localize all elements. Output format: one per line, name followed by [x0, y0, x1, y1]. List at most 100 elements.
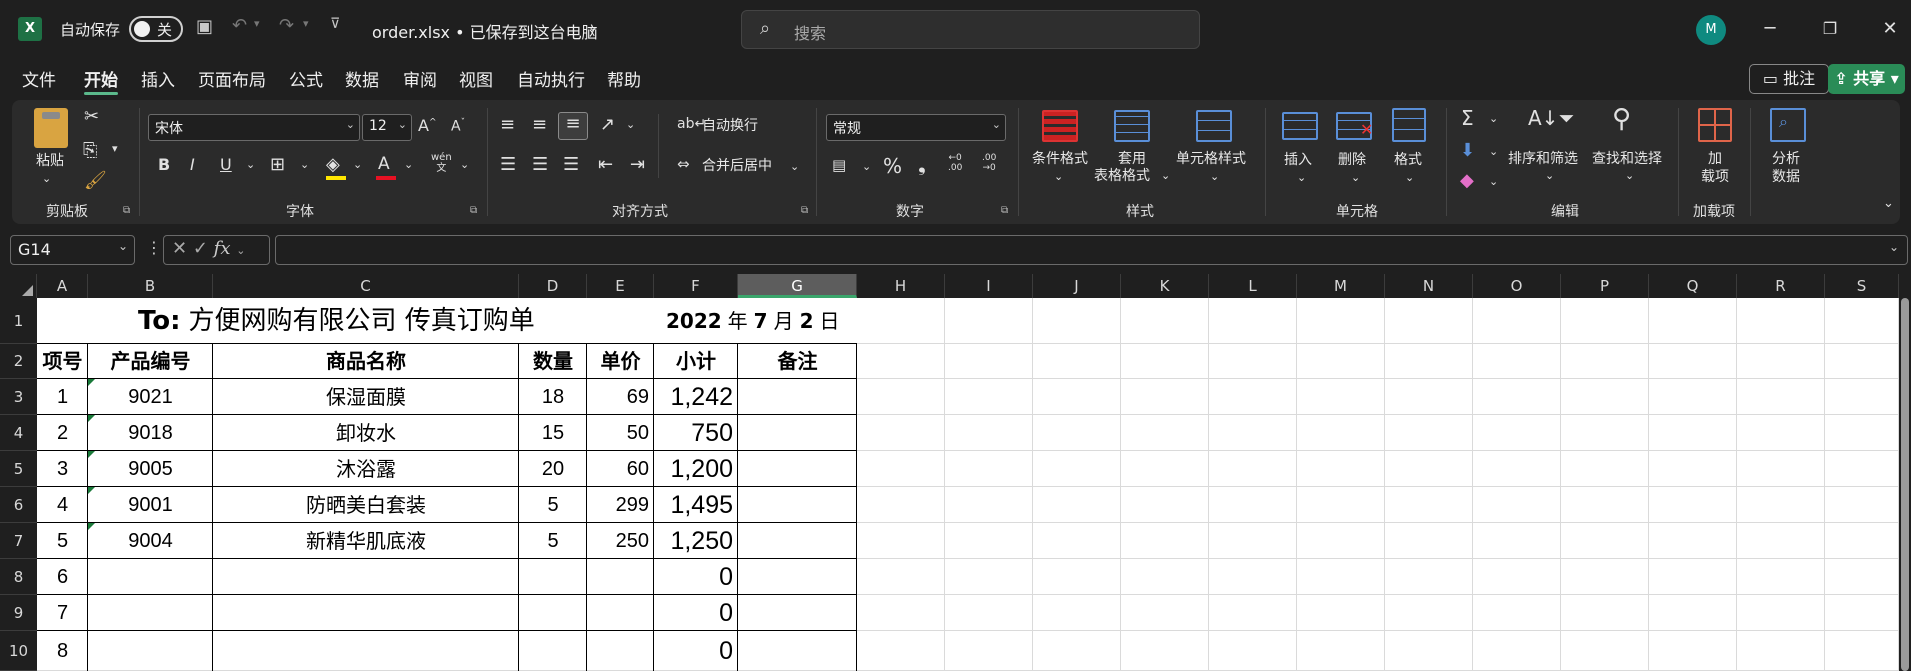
expand-formula-icon[interactable]: ⌄ [1889, 240, 1899, 254]
column-header-h[interactable]: H [857, 274, 945, 298]
name-box[interactable]: G14 ⌄ [10, 235, 135, 265]
cell-product-name[interactable]: 防晒美白套装 [213, 487, 519, 523]
find-select-button[interactable]: 查找和选择 [1592, 150, 1662, 168]
add-ins-icon[interactable] [1698, 108, 1732, 142]
cell-item-no[interactable]: 2 [37, 415, 88, 451]
column-header-q[interactable]: Q [1649, 274, 1737, 298]
column-header-b[interactable]: B [88, 274, 213, 298]
clear-icon[interactable]: ◆ [1460, 170, 1474, 191]
cell-item-no[interactable]: 8 [37, 631, 88, 671]
number-launcher-icon[interactable]: ⧉ [1001, 205, 1008, 216]
add-ins-line2[interactable]: 载项 [1701, 168, 1729, 186]
find-select-icon[interactable]: ⚲ [1612, 104, 1631, 134]
analyze-data-line1[interactable]: 分析 [1772, 150, 1800, 168]
column-header-i[interactable]: I [945, 274, 1033, 298]
align-bottom-icon[interactable]: ≡ [558, 112, 588, 140]
cell-styles-button[interactable]: 单元格样式 [1176, 150, 1246, 168]
align-center-icon[interactable]: ☰ [532, 154, 548, 175]
row-header-1[interactable]: 1 [0, 298, 37, 344]
align-right-icon[interactable]: ☰ [563, 154, 579, 175]
tab-data[interactable]: 数据 [345, 66, 379, 91]
restore-icon[interactable]: ❐ [1815, 14, 1845, 44]
sort-filter-icon[interactable]: A↓⏷ [1528, 106, 1574, 130]
column-header-o[interactable]: O [1473, 274, 1561, 298]
cell-subtotal[interactable]: 750 [654, 415, 738, 451]
header-quantity[interactable]: 数量 [519, 344, 587, 379]
cell-quantity[interactable]: 5 [519, 487, 587, 523]
cell-item-no[interactable]: 7 [37, 595, 88, 631]
increase-font-icon[interactable]: A^ [418, 116, 437, 135]
fill-dropdown-icon[interactable]: ⌄ [1489, 145, 1498, 158]
tab-insert[interactable]: 插入 [141, 66, 175, 91]
column-header-p[interactable]: P [1561, 274, 1649, 298]
format-as-table-icon[interactable] [1114, 110, 1150, 142]
format-cells-button[interactable]: 格式 [1394, 151, 1422, 169]
phonetic-icon[interactable]: wén 文 [431, 152, 452, 174]
cell-subtotal[interactable]: 1,242 [654, 379, 738, 415]
cell-product-name[interactable]: 沐浴露 [213, 451, 519, 487]
decrease-indent-icon[interactable]: ⇤ [598, 154, 613, 175]
vertical-scrollbar-thumb[interactable] [1901, 298, 1909, 671]
column-header-r[interactable]: R [1737, 274, 1825, 298]
cell-unit-price[interactable]: 299 [587, 487, 654, 523]
confirm-entry-icon[interactable]: ✓ [193, 238, 208, 259]
underline-dropdown-icon[interactable]: ⌄ [246, 158, 255, 171]
analyze-data-line2[interactable]: 数据 [1772, 168, 1800, 186]
cell-product-code[interactable]: 9005 [88, 451, 213, 487]
cell-subtotal[interactable]: 0 [654, 631, 738, 671]
tab-home[interactable]: 开始 [84, 66, 118, 91]
cut-icon[interactable]: ✂ [84, 106, 99, 127]
font-color-icon[interactable]: A [378, 154, 390, 174]
number-format-select[interactable]: 常规 ⌄ [826, 114, 1006, 141]
merge-dropdown-icon[interactable]: ⌄ [790, 160, 799, 173]
row-header-10[interactable]: 10 [0, 631, 37, 671]
cell-remarks[interactable] [738, 523, 857, 559]
comma-style-button[interactable]: ❟ [918, 152, 926, 176]
cell-product-name[interactable] [213, 559, 519, 595]
cell-unit-price[interactable]: 69 [587, 379, 654, 415]
format-dropdown-icon[interactable]: ⌄ [1405, 169, 1414, 187]
redo-dropdown-icon[interactable]: ▾ [303, 17, 309, 30]
borders-icon[interactable]: ⊞ [270, 154, 285, 175]
font-name-select[interactable]: 宋体 ⌄ [148, 114, 360, 141]
column-header-n[interactable]: N [1385, 274, 1473, 298]
column-header-m[interactable]: M [1297, 274, 1385, 298]
sort-filter-button[interactable]: 排序和筛选 [1508, 150, 1578, 168]
column-header-c[interactable]: C [213, 274, 519, 298]
select-all-button[interactable] [0, 274, 37, 298]
align-top-icon[interactable]: ≡ [500, 114, 515, 135]
tab-review[interactable]: 审阅 [403, 66, 437, 91]
cell-unit-price[interactable] [587, 559, 654, 595]
format-as-table-line1[interactable]: 套用 [1112, 150, 1152, 168]
cell-item-no[interactable]: 3 [37, 451, 88, 487]
cell-quantity[interactable]: 18 [519, 379, 587, 415]
ribbon-collapse-icon[interactable]: ⌄ [1883, 196, 1894, 211]
save-icon[interactable]: ▣ [196, 16, 213, 37]
clipboard-launcher-icon[interactable]: ⧉ [123, 205, 130, 216]
cell-unit-price[interactable]: 60 [587, 451, 654, 487]
cell-remarks[interactable] [738, 595, 857, 631]
insert-dropdown-icon[interactable]: ⌄ [1297, 169, 1306, 187]
avatar[interactable]: M [1696, 15, 1726, 45]
formula-input[interactable]: ⌄ [275, 235, 1908, 265]
cell-quantity[interactable]: 20 [519, 451, 587, 487]
cell-subtotal[interactable]: 1,200 [654, 451, 738, 487]
format-painter-icon[interactable]: 🖌 [84, 170, 107, 191]
cell-unit-price[interactable]: 50 [587, 415, 654, 451]
tab-file[interactable]: 文件 [22, 66, 56, 91]
row-header-3[interactable]: 3 [0, 379, 37, 415]
fx-dropdown-icon[interactable]: ⌄ [236, 244, 245, 257]
cell-remarks[interactable] [738, 451, 857, 487]
orientation-icon[interactable]: ↗ [600, 114, 615, 135]
delete-dropdown-icon[interactable]: ⌄ [1351, 169, 1360, 187]
insert-cells-button[interactable]: 插入 [1284, 151, 1312, 169]
cell-item-no[interactable]: 6 [37, 559, 88, 595]
alignment-launcher-icon[interactable]: ⧉ [801, 205, 808, 216]
column-header-l[interactable]: L [1209, 274, 1297, 298]
fill-color-icon[interactable]: ◈ [326, 154, 340, 175]
cell-unit-price[interactable]: 250 [587, 523, 654, 559]
accounting-dropdown-icon[interactable]: ⌄ [862, 160, 871, 173]
column-header-a[interactable]: A [37, 274, 88, 298]
wrap-text-button[interactable]: 自动换行 [702, 117, 758, 135]
cell-product-name[interactable] [213, 631, 519, 671]
